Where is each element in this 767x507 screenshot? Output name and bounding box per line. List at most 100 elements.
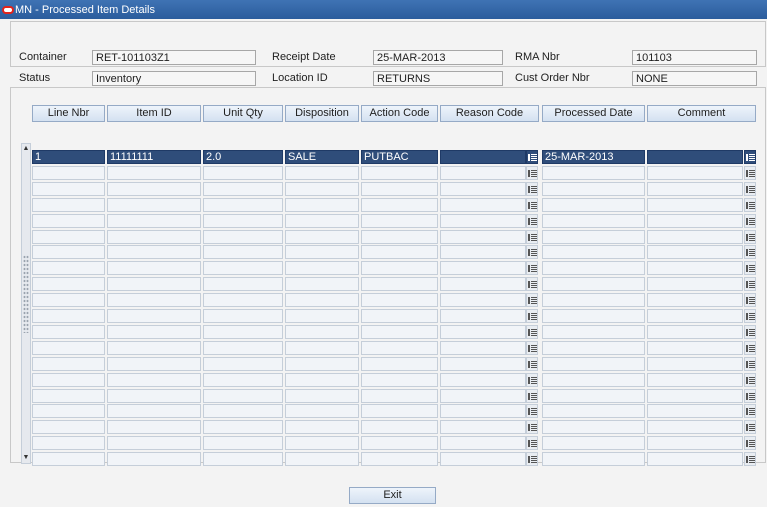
cell-disposition[interactable]: SALE <box>285 150 359 164</box>
list-of-values-icon[interactable] <box>526 357 538 371</box>
list-of-values-icon[interactable] <box>744 198 756 212</box>
cell-reason-code[interactable] <box>440 214 526 228</box>
cell-reason-code[interactable] <box>440 420 526 434</box>
cell-item-id[interactable] <box>107 341 201 355</box>
cust-order-nbr-field[interactable]: NONE <box>632 71 757 86</box>
cell-processed-date[interactable] <box>542 357 645 371</box>
column-header-comment[interactable]: Comment <box>647 105 756 122</box>
cell-unit-qty[interactable] <box>203 404 283 418</box>
cell-disposition[interactable] <box>285 309 359 323</box>
list-of-values-icon[interactable] <box>744 293 756 307</box>
list-of-values-icon[interactable] <box>526 420 538 434</box>
column-header-disposition[interactable]: Disposition <box>285 105 359 122</box>
cell-unit-qty[interactable] <box>203 420 283 434</box>
location-id-field[interactable]: RETURNS <box>373 71 503 86</box>
list-of-values-icon[interactable] <box>526 325 538 339</box>
cell-comment[interactable] <box>647 230 743 244</box>
cell-reason-code[interactable] <box>440 198 526 212</box>
cell-reason-code[interactable] <box>440 325 526 339</box>
cell-item-id[interactable] <box>107 357 201 371</box>
list-of-values-icon[interactable] <box>526 166 538 180</box>
cell-unit-qty[interactable] <box>203 357 283 371</box>
cell-item-id[interactable] <box>107 420 201 434</box>
cell-disposition[interactable] <box>285 245 359 259</box>
list-of-values-icon[interactable] <box>744 436 756 450</box>
cell-comment[interactable] <box>647 373 743 387</box>
cell-item-id[interactable] <box>107 245 201 259</box>
column-header-line-nbr[interactable]: Line Nbr <box>32 105 105 122</box>
cell-item-id[interactable]: 11111111 <box>107 150 201 164</box>
cell-processed-date[interactable] <box>542 309 645 323</box>
cell-comment[interactable] <box>647 404 743 418</box>
list-of-values-icon[interactable] <box>526 341 538 355</box>
cell-item-id[interactable] <box>107 436 201 450</box>
cell-action-code[interactable] <box>361 357 438 371</box>
cell-item-id[interactable] <box>107 166 201 180</box>
row-resize-handle[interactable] <box>23 255 29 333</box>
cell-reason-code[interactable] <box>440 309 526 323</box>
cell-action-code[interactable] <box>361 373 438 387</box>
list-of-values-icon[interactable] <box>744 230 756 244</box>
cell-reason-code[interactable] <box>440 245 526 259</box>
cell-reason-code[interactable] <box>440 230 526 244</box>
list-of-values-icon[interactable] <box>526 150 538 164</box>
cell-disposition[interactable] <box>285 357 359 371</box>
cell-item-id[interactable] <box>107 277 201 291</box>
cell-unit-qty[interactable] <box>203 166 283 180</box>
cell-disposition[interactable] <box>285 230 359 244</box>
list-of-values-icon[interactable] <box>526 452 538 466</box>
cell-processed-date[interactable] <box>542 436 645 450</box>
list-of-values-icon[interactable] <box>744 420 756 434</box>
list-of-values-icon[interactable] <box>526 245 538 259</box>
cell-unit-qty[interactable] <box>203 230 283 244</box>
cell-item-id[interactable] <box>107 293 201 307</box>
list-of-values-icon[interactable] <box>526 373 538 387</box>
list-of-values-icon[interactable] <box>744 166 756 180</box>
cell-processed-date[interactable] <box>542 277 645 291</box>
cell-processed-date[interactable] <box>542 373 645 387</box>
cell-processed-date[interactable] <box>542 420 645 434</box>
cell-processed-date[interactable] <box>542 325 645 339</box>
cell-item-id[interactable] <box>107 373 201 387</box>
cell-comment[interactable] <box>647 166 743 180</box>
cell-processed-date[interactable] <box>542 389 645 403</box>
cell-reason-code[interactable] <box>440 277 526 291</box>
cell-action-code[interactable] <box>361 436 438 450</box>
cell-item-id[interactable] <box>107 325 201 339</box>
cell-disposition[interactable] <box>285 404 359 418</box>
cell-unit-qty[interactable] <box>203 182 283 196</box>
cell-item-id[interactable] <box>107 198 201 212</box>
cell-action-code[interactable] <box>361 245 438 259</box>
list-of-values-icon[interactable] <box>526 389 538 403</box>
cell-comment[interactable] <box>647 293 743 307</box>
cell-line-nbr[interactable] <box>32 245 105 259</box>
list-of-values-icon[interactable] <box>744 245 756 259</box>
rma-nbr-field[interactable]: 101103 <box>632 50 757 65</box>
cell-comment[interactable] <box>647 150 743 164</box>
list-of-values-icon[interactable] <box>744 182 756 196</box>
list-of-values-icon[interactable] <box>744 357 756 371</box>
cell-comment[interactable] <box>647 436 743 450</box>
cell-disposition[interactable] <box>285 325 359 339</box>
cell-line-nbr[interactable] <box>32 341 105 355</box>
cell-unit-qty[interactable] <box>203 198 283 212</box>
cell-unit-qty[interactable] <box>203 341 283 355</box>
list-of-values-icon[interactable] <box>744 309 756 323</box>
cell-comment[interactable] <box>647 182 743 196</box>
scroll-down-icon[interactable]: ▼ <box>22 453 30 463</box>
cell-item-id[interactable] <box>107 389 201 403</box>
receipt-date-field[interactable]: 25-MAR-2013 <box>373 50 503 65</box>
cell-line-nbr[interactable] <box>32 436 105 450</box>
column-header-processed-date[interactable]: Processed Date <box>542 105 645 122</box>
cell-reason-code[interactable] <box>440 182 526 196</box>
cell-action-code[interactable] <box>361 214 438 228</box>
cell-comment[interactable] <box>647 245 743 259</box>
cell-disposition[interactable] <box>285 420 359 434</box>
cell-disposition[interactable] <box>285 293 359 307</box>
cell-disposition[interactable] <box>285 214 359 228</box>
cell-line-nbr[interactable] <box>32 230 105 244</box>
list-of-values-icon[interactable] <box>744 325 756 339</box>
cell-reason-code[interactable] <box>440 373 526 387</box>
cell-reason-code[interactable] <box>440 357 526 371</box>
cell-unit-qty[interactable] <box>203 373 283 387</box>
